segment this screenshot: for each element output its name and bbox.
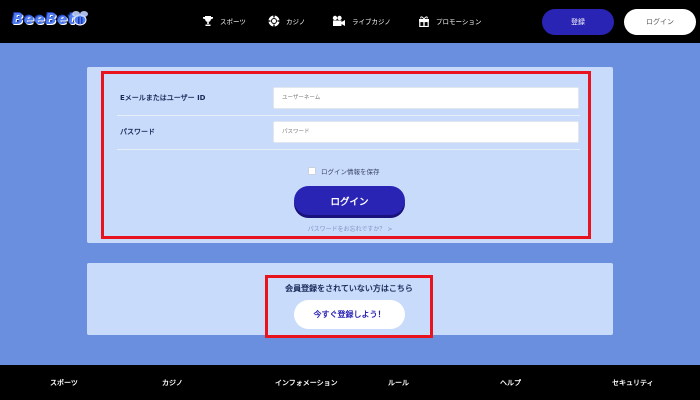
footer-link-security[interactable]: セキュリティ [612,378,654,388]
nav-sports-label: スポーツ [220,18,246,26]
video-camera-icon [332,15,345,26]
footer-link-information[interactable]: インフォメーション [275,378,338,388]
footer: スポーツ カジノ インフォメーション ルール ヘルプ セキュリティ [0,365,700,400]
footer-link-help[interactable]: ヘルプ [500,378,521,388]
nav-live-casino-label: ライブカジノ [352,18,391,26]
footer-link-casino[interactable]: カジノ [162,378,183,388]
nav-promotion[interactable]: プロモーション [418,12,481,30]
registration-highlight [265,275,433,338]
nav-promotion-label: プロモーション [436,18,482,26]
footer-link-sports[interactable]: スポーツ [50,378,78,388]
footer-link-rules[interactable]: ルール [388,378,409,388]
top-header: BeeBet スポーツ カジノ ライブカジノ プロモーション 登録 ログイン [0,0,700,43]
logo-text: BeeBet [12,10,76,28]
register-button[interactable]: 登録 [542,9,614,35]
bee-icon [72,11,88,26]
nav-casino[interactable]: カジノ [268,12,305,30]
nav-sports[interactable]: スポーツ [202,12,246,30]
login-form-highlight [101,71,591,239]
header-login-button[interactable]: ログイン [624,9,696,35]
beebet-logo[interactable]: BeeBet [10,6,90,36]
trophy-icon [203,16,213,26]
nav-live-casino[interactable]: ライブカジノ [332,12,391,30]
nav-casino-label: カジノ [286,18,306,26]
poker-chip-icon [268,15,280,27]
gift-icon [419,16,429,27]
